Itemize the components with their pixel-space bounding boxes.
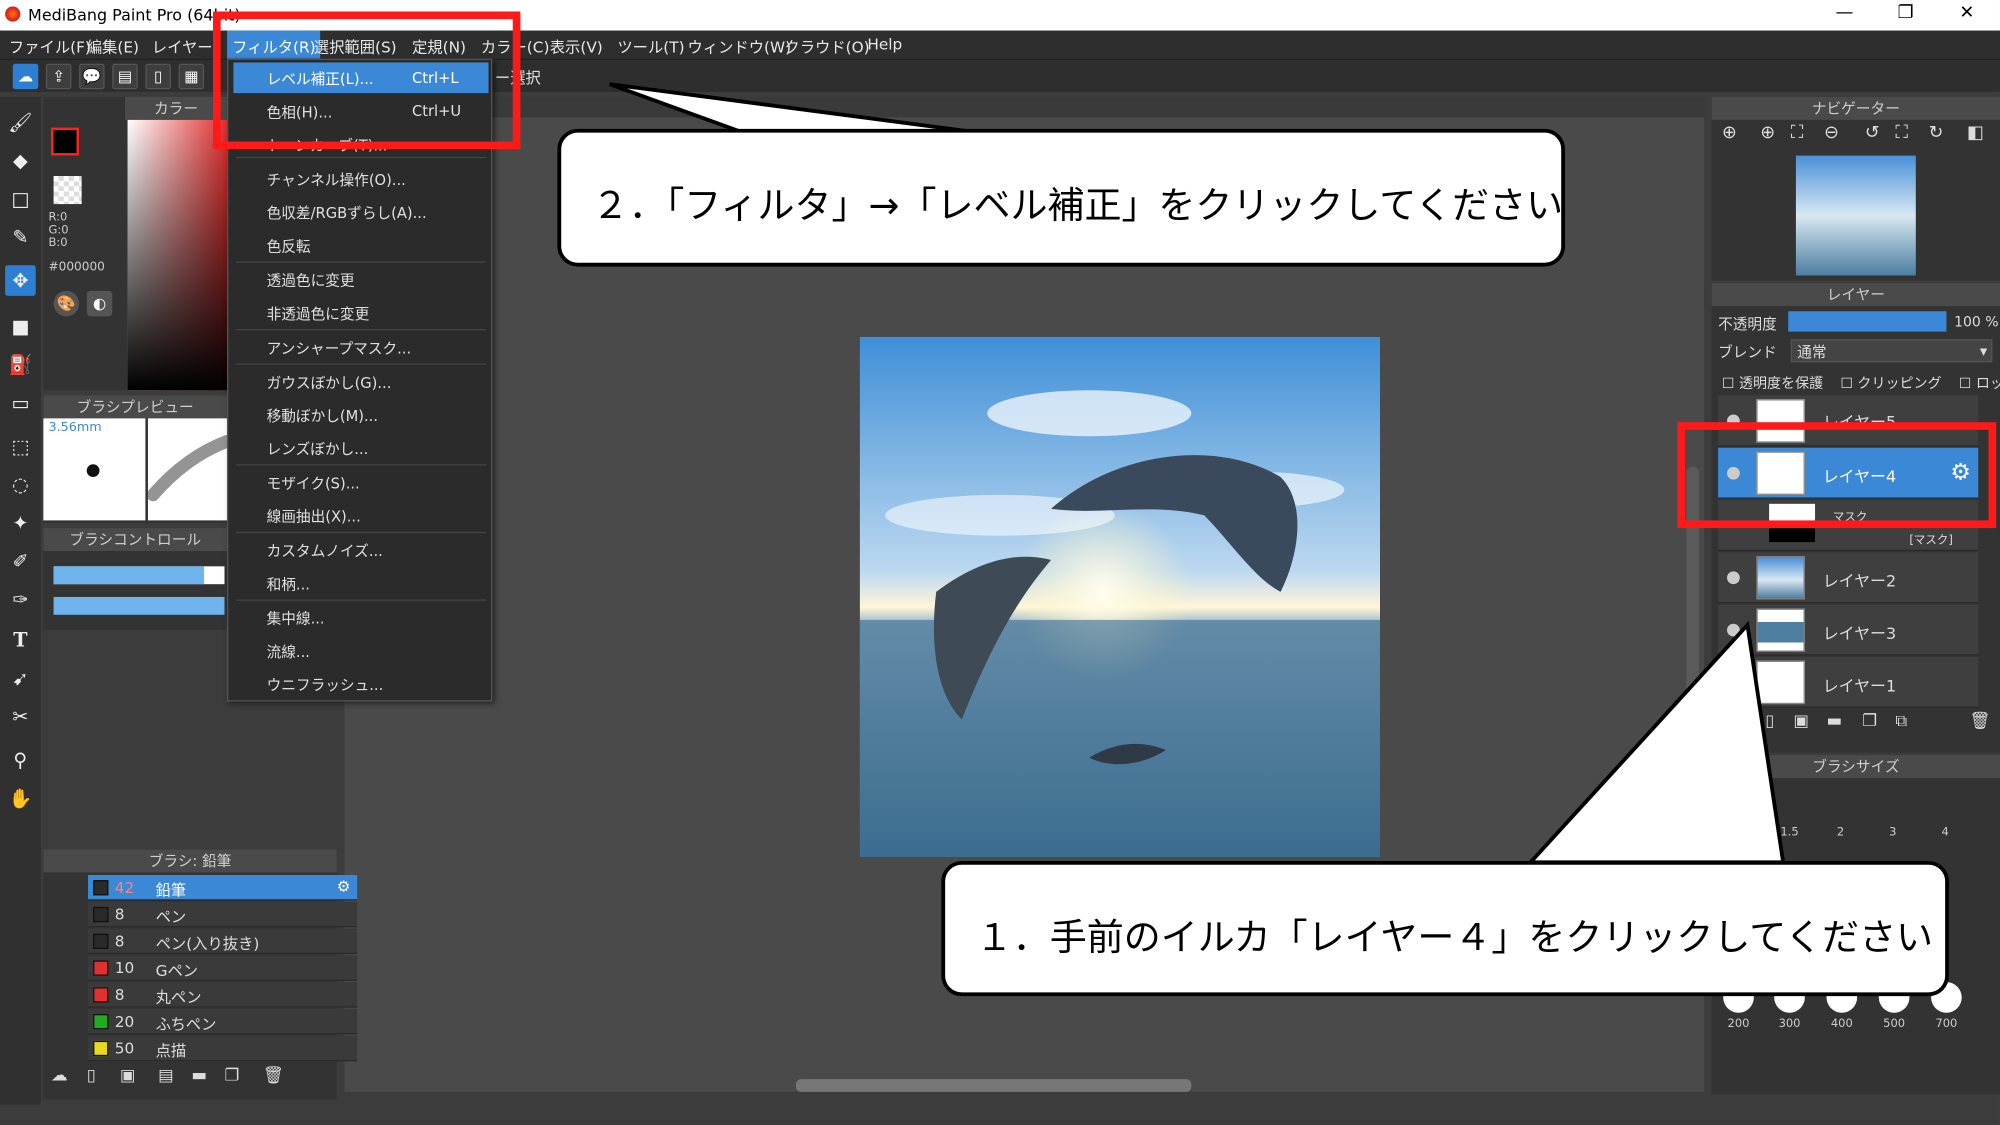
callout-step2-text: ２．「フィルタ」→「レベル補正」をクリックしてください <box>591 183 1564 228</box>
highlight-layer-4 <box>1677 422 1997 529</box>
highlight-filter-menu <box>213 11 521 150</box>
callout-step1-text: １．手前のイルカ「レイヤー４」をクリックしてください <box>975 915 1934 960</box>
callout-step1: １．手前のイルカ「レイヤー４」をクリックしてください <box>941 860 1949 997</box>
callout-step2: ２．「フィルタ」→「レベル補正」をクリックしてください <box>557 128 1566 267</box>
